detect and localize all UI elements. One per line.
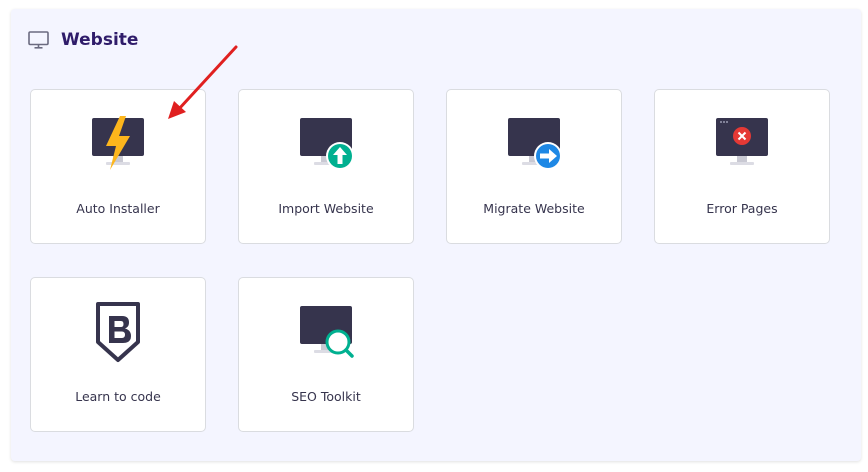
seo-toolkit-card[interactable]: SEO Toolkit xyxy=(238,277,414,432)
monitor-search-icon xyxy=(294,302,358,366)
bootstrap-shield-icon xyxy=(86,302,150,366)
card-label: Migrate Website xyxy=(483,201,585,216)
import-website-card[interactable]: Import Website xyxy=(238,89,414,244)
card-label: Learn to code xyxy=(75,389,161,404)
card-label: Import Website xyxy=(278,201,374,216)
monitor-error-icon xyxy=(710,114,774,178)
learn-to-code-card[interactable]: Learn to code xyxy=(30,277,206,432)
auto-installer-card[interactable]: Auto Installer xyxy=(30,89,206,244)
section-title: Website xyxy=(61,30,139,50)
monitor-icon xyxy=(28,31,49,49)
migrate-website-card[interactable]: Migrate Website xyxy=(446,89,622,244)
card-label: Auto Installer xyxy=(76,201,160,216)
section-header: Website xyxy=(28,28,138,52)
card-label: SEO Toolkit xyxy=(291,389,361,404)
lightning-monitor-icon xyxy=(86,114,150,178)
card-label: Error Pages xyxy=(706,201,778,216)
error-pages-card[interactable]: Error Pages xyxy=(654,89,830,244)
website-section-panel: Website Auto Installer Import Website Mi… xyxy=(11,9,861,461)
monitor-arrow-right-icon xyxy=(502,114,566,178)
monitor-upload-icon xyxy=(294,114,358,178)
